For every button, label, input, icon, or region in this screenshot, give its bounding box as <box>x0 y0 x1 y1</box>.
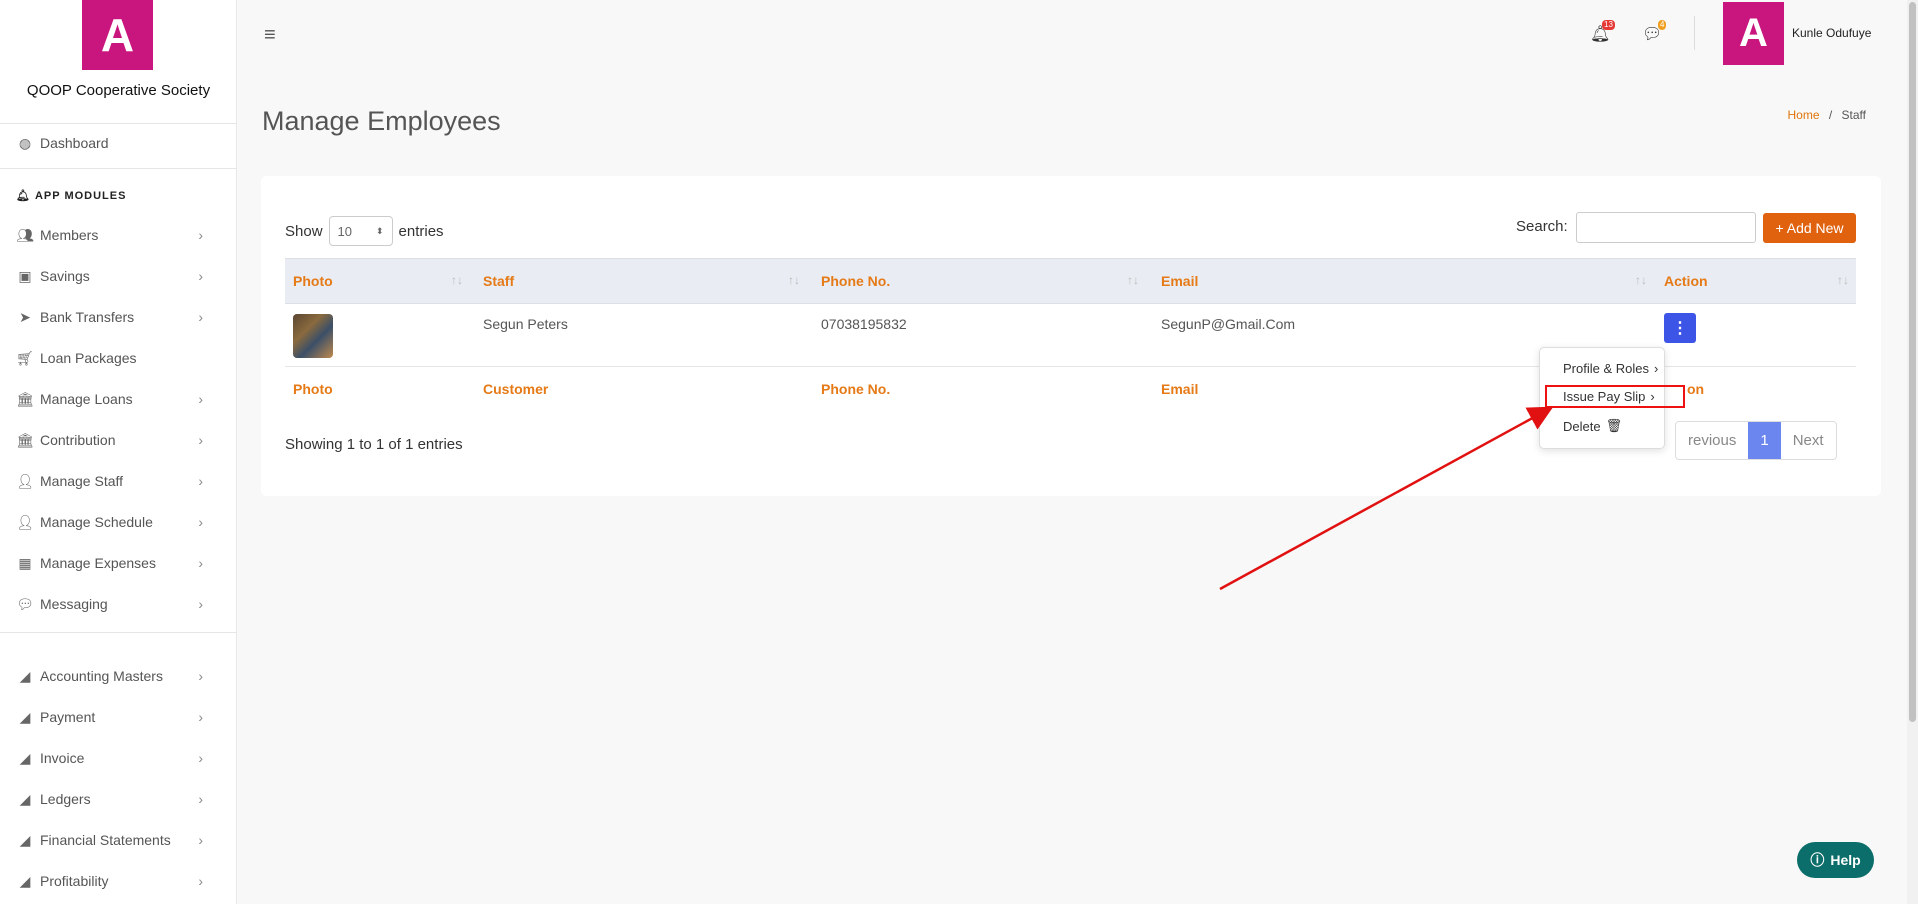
app-root: A QOOP Cooperative Society ◍ Dashboard 🔔… <box>0 0 1918 904</box>
help-button[interactable]: ⓘ Help <box>1797 842 1874 878</box>
annotation-arrow <box>1219 406 1554 591</box>
question-circle-icon: ⓘ <box>1810 852 1825 868</box>
scrollbar-thumb[interactable] <box>1909 2 1916 722</box>
help-label: Help <box>1830 852 1861 868</box>
